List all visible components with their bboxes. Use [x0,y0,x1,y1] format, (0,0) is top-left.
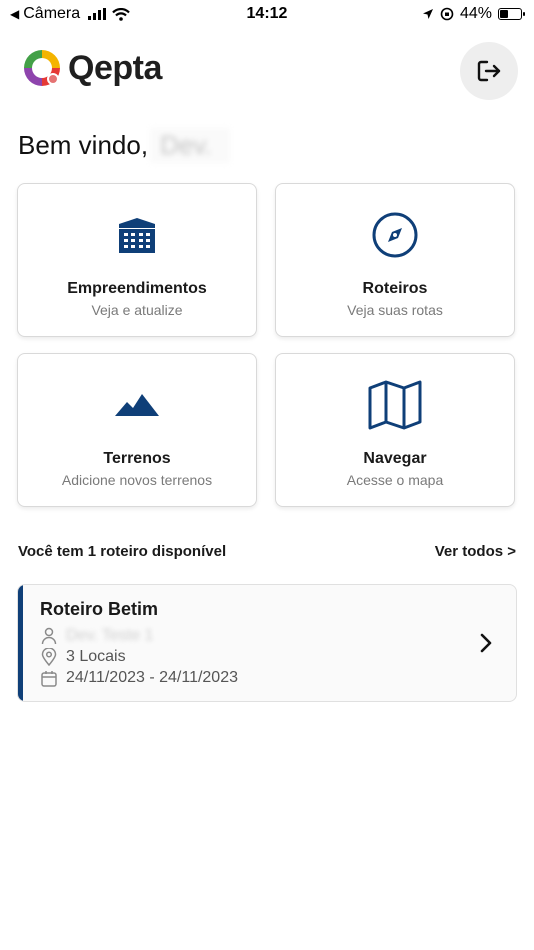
battery-icon [498,8,525,20]
logout-icon [477,60,501,82]
location-pin-icon [40,648,58,666]
card-title: Roteiros [362,280,428,297]
user-name: Dev. [150,128,230,163]
battery-percent: 44% [459,5,492,22]
menu-card-empreendimentos[interactable]: Empreendimentos Veja e atualize [17,183,257,337]
logout-button[interactable] [460,42,518,100]
card-subtitle: Adicione novos terrenos [61,472,213,488]
card-subtitle: Acesse o mapa [346,472,444,488]
battery-level [500,10,508,18]
route-locations: 3 Locais [66,648,126,665]
app-header: Qepta [22,42,518,102]
menu-card-terrenos[interactable]: Terrenos Adicione novos terrenos [17,353,257,507]
location-arrow-icon [422,9,433,19]
card-subtitle: Veja e atualize [91,302,183,318]
menu-card-roteiros[interactable]: Roteiros Veja suas rotas [275,183,515,337]
person-icon [40,627,58,645]
card-icon-wrap [276,380,514,430]
card-icon-wrap [276,210,514,260]
see-all-link[interactable]: Ver todos > [435,543,516,560]
route-accent-bar [18,585,23,701]
app-logo: Qepta [22,48,162,88]
status-indicators: 44% [422,5,525,23]
orientation-lock-icon [440,7,454,21]
card-subtitle: Veja suas rotas [347,302,443,318]
route-card[interactable]: Roteiro Betim Dev. Teste 1 3 Locais 24/1… [17,584,517,702]
home-screen: ◀ Câmera 14:12 44% Qepta Bem vindo, Dev.… [0,0,534,950]
calendar-icon [40,669,58,687]
brand-name: Qepta [68,48,162,87]
route-owner: Dev. Teste 1 [66,627,154,644]
card-title: Terrenos [103,450,171,467]
chevron-right-icon [480,633,492,653]
card-icon-wrap [18,380,256,430]
card-icon-wrap [18,210,256,260]
route-locations-row: 3 Locais [40,648,126,666]
card-title: Navegar [363,450,427,467]
route-dates-row: 24/11/2023 - 24/11/2023 [40,669,238,687]
card-title: Empreendimentos [67,280,207,297]
status-bar: ◀ Câmera 14:12 44% [0,0,534,30]
compass-icon [372,212,418,258]
mountain-icon [115,394,159,416]
route-dates: 24/11/2023 - 24/11/2023 [66,669,238,686]
menu-card-navegar[interactable]: Navegar Acesse o mapa [275,353,515,507]
routes-section-header: Você tem 1 roteiro disponível Ver todos … [18,543,516,563]
route-name: Roteiro Betim [40,599,159,619]
qepta-logo-icon [24,50,60,86]
map-icon [368,380,422,430]
welcome-greeting: Bem vindo, [18,130,149,160]
route-owner-row: Dev. Teste 1 [40,627,153,645]
routes-count-label: Você tem 1 roteiro disponível [18,543,227,560]
building-icon [119,218,155,253]
welcome-message: Bem vindo, Dev. [18,128,230,163]
